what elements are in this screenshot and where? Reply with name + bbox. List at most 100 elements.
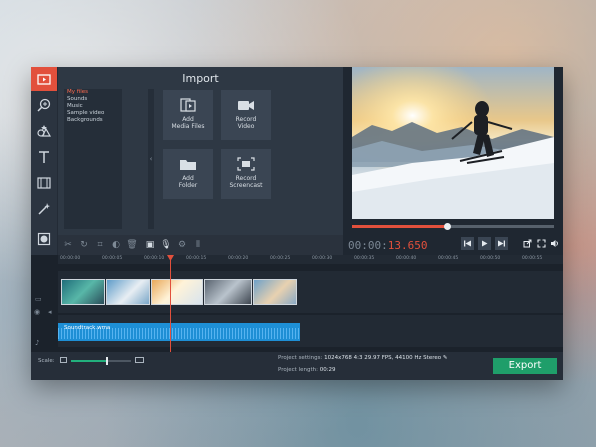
record-video-button[interactable]: Record Video <box>221 90 271 140</box>
skier-scene-image <box>352 67 554 219</box>
timecode-current: 13.650 <box>387 239 428 252</box>
tile-line1: Add <box>182 116 194 123</box>
project-settings-value: 1024x768 4:3 29.97 FPS, 44100 Hz Stereo <box>324 355 442 361</box>
ruler-tick: 00:00:45 <box>438 256 459 261</box>
audio-track: Soundtrack.wma <box>58 315 563 347</box>
import-panel: Import My files Sounds Music Sample vide… <box>58 67 343 235</box>
app-window: Import My files Sounds Music Sample vide… <box>31 67 563 380</box>
media-files-icon <box>180 98 196 112</box>
share-icon <box>523 239 532 248</box>
zoom-effects-icon[interactable] <box>31 93 57 117</box>
category-sample-video[interactable]: Sample video <box>64 110 122 117</box>
audio-track-icon: ♪ <box>35 339 40 347</box>
ruler-tick: 00:00:30 <box>312 256 333 261</box>
more-tools-icon[interactable] <box>31 227 57 251</box>
audio-clip-label: Soundtrack.wma <box>64 325 111 331</box>
edit-toolbar: ✂ ↻ ⌗ ◐ 🗑 ▣ 🎙 ⚙ ⦀ <box>58 235 343 255</box>
tile-line1: Add <box>182 175 194 182</box>
audio-clip[interactable]: Soundtrack.wma <box>58 323 300 341</box>
zoom-out-icon[interactable] <box>60 357 67 363</box>
video-track-icon: ▭ <box>35 295 42 303</box>
time-ruler[interactable]: 00:00:00 00:00:05 00:00:10 00:00:15 00:0… <box>58 255 563 264</box>
tile-line1: Record <box>235 175 257 182</box>
equalizer-icon[interactable]: ⦀ <box>192 239 204 251</box>
timecode-prefix: 00:00: <box>348 239 388 252</box>
ruler-tick: 00:00:25 <box>270 256 291 261</box>
import-title: Import <box>182 72 219 85</box>
ruler-tick: 00:00:15 <box>186 256 207 261</box>
play-button[interactable] <box>478 237 491 250</box>
tile-line2: Screencast <box>229 182 263 189</box>
bottom-bar: Scale: Project settings: 1024x768 4:3 29… <box>31 352 563 380</box>
track-visibility-icon[interactable]: ◉ <box>34 308 40 316</box>
scale-slider[interactable] <box>71 357 131 365</box>
timecode-display: 00:00:13.650 <box>348 239 428 252</box>
rotate-icon[interactable]: ↻ <box>78 239 90 251</box>
export-button[interactable]: Export <box>493 358 557 374</box>
settings-gear-icon[interactable]: ⚙ <box>176 239 188 251</box>
seek-progress <box>352 225 447 228</box>
transitions-icon[interactable] <box>31 171 57 195</box>
ruler-tick: 00:00:55 <box>522 256 543 261</box>
category-backgrounds[interactable]: Backgrounds <box>64 117 122 124</box>
magic-wand-icon[interactable] <box>31 197 57 221</box>
record-screencast-button[interactable]: Record Screencast <box>221 149 271 199</box>
tile-line2: Folder <box>178 182 198 189</box>
seek-handle[interactable] <box>443 223 451 230</box>
add-folder-button[interactable]: Add Folder <box>163 149 213 199</box>
track-volume-icon[interactable]: ◂ <box>48 308 52 316</box>
playhead[interactable] <box>170 255 171 352</box>
skip-back-icon <box>464 240 471 247</box>
zoom-in-icon[interactable] <box>135 357 144 363</box>
next-button[interactable] <box>495 237 508 250</box>
video-clip[interactable] <box>253 279 297 305</box>
project-length: Project length: 00:29 <box>278 367 336 373</box>
project-length-label: Project length: <box>278 367 318 373</box>
playback-seek-bar[interactable] <box>352 223 554 230</box>
category-my-files[interactable]: My files <box>64 89 122 96</box>
project-settings-label: Project settings: <box>278 355 323 361</box>
video-preview <box>352 67 554 219</box>
video-clip[interactable] <box>151 279 203 305</box>
category-music[interactable]: Music <box>64 103 122 110</box>
crop-icon[interactable]: ⌗ <box>94 239 106 251</box>
timeline-area: 00:00:00 00:00:05 00:00:10 00:00:15 00:0… <box>31 255 563 352</box>
tile-line1: Record <box>235 116 257 123</box>
ruler-tick: 00:00:40 <box>396 256 417 261</box>
fullscreen-icon <box>537 239 546 248</box>
folder-icon <box>180 160 196 170</box>
project-length-value: 00:29 <box>319 367 336 373</box>
ruler-tick: 00:00:50 <box>480 256 501 261</box>
preview-panel: 00:00:13.650 <box>343 67 563 255</box>
filters-shapes-icon[interactable] <box>31 119 57 143</box>
video-clip[interactable] <box>204 279 252 305</box>
tile-line2: Media Files <box>171 123 205 130</box>
category-sounds[interactable]: Sounds <box>64 96 122 103</box>
scale-slider-fill <box>71 360 107 362</box>
image-icon[interactable]: ▣ <box>144 239 156 251</box>
previous-button[interactable] <box>461 237 474 250</box>
screencast-icon <box>237 157 255 171</box>
ruler-tick: 00:00:20 <box>228 256 249 261</box>
volume-button[interactable] <box>548 237 561 250</box>
fullscreen-button[interactable] <box>535 237 548 250</box>
video-clip[interactable] <box>61 279 105 305</box>
add-media-files-button[interactable]: Add Media Files <box>163 90 213 140</box>
project-settings: Project settings: 1024x768 4:3 29.97 FPS… <box>278 355 447 361</box>
scale-slider-handle[interactable] <box>106 357 108 365</box>
trash-icon[interactable]: 🗑 <box>126 239 138 251</box>
ruler-tick: 00:00:05 <box>102 256 123 261</box>
import-tool-icon[interactable] <box>31 67 57 91</box>
play-icon <box>482 240 488 247</box>
ruler-tick: 00:00:10 <box>144 256 165 261</box>
titles-icon[interactable] <box>31 145 57 169</box>
color-adjust-icon[interactable]: ◐ <box>110 239 122 251</box>
scissors-icon[interactable]: ✂ <box>62 239 74 251</box>
speaker-icon <box>551 240 558 247</box>
export-snapshot-button[interactable] <box>521 237 534 250</box>
video-clip[interactable] <box>106 279 150 305</box>
edit-pencil-icon[interactable]: ✎ <box>443 355 448 361</box>
microphone-icon[interactable]: 🎙 <box>160 239 172 251</box>
video-camera-icon <box>238 101 254 110</box>
collapse-panel-icon[interactable]: ‹ <box>148 89 154 229</box>
